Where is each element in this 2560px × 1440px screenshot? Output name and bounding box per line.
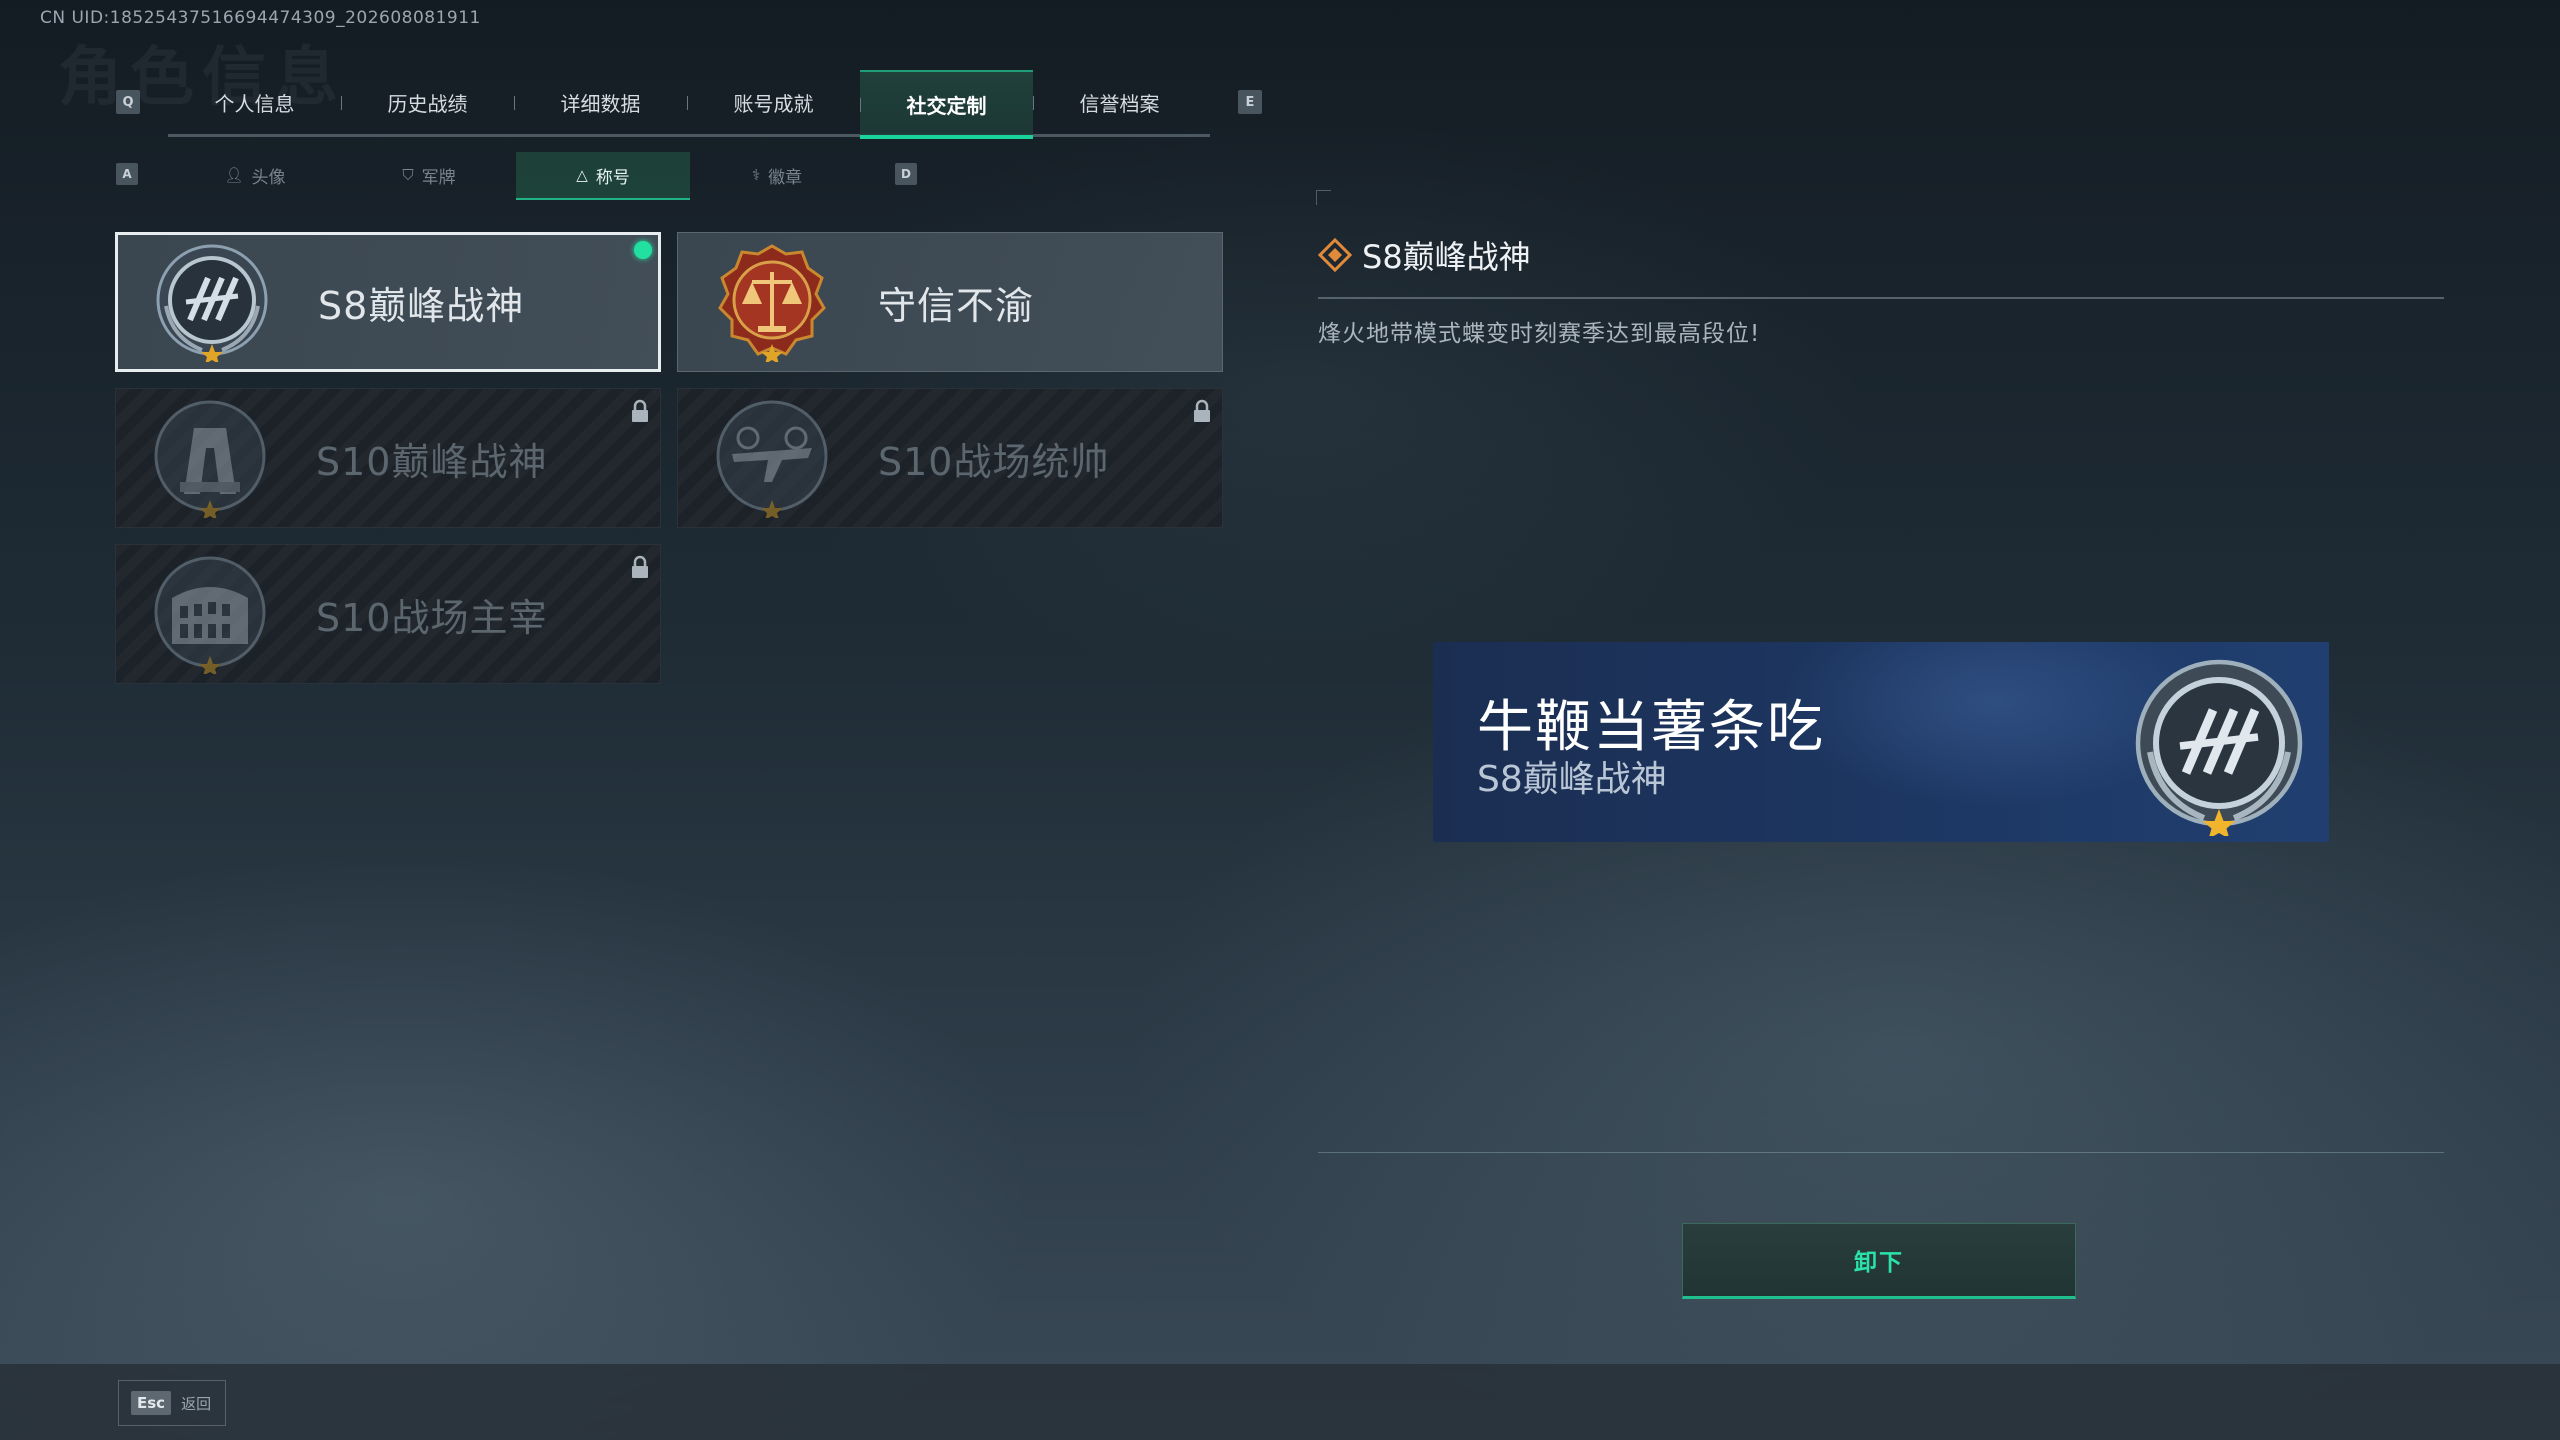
winged-h-emblem-icon: [2135, 659, 2303, 836]
title-card-trustworthy[interactable]: 守信不渝: [677, 232, 1223, 372]
back-label: 返回: [181, 1394, 212, 1413]
title-card-name: S10战场主宰: [316, 595, 548, 640]
tab-reputation[interactable]: 信誉档案: [1033, 70, 1206, 134]
subtab-title-label: 称号: [595, 167, 630, 188]
aircraft-emblem-icon: [712, 398, 832, 520]
tab-history[interactable]: 历史战绩: [341, 70, 514, 134]
title-card-s8-peak-warrior[interactable]: S8巅峰战神: [115, 232, 661, 372]
title-card-name: 守信不渝: [878, 283, 1035, 328]
next-subtab-key[interactable]: D: [895, 163, 917, 185]
tab-detailed-data[interactable]: 详细数据: [514, 70, 687, 134]
dogtag-icon: ⛉: [402, 166, 414, 184]
tab-achievements[interactable]: 账号成就: [687, 70, 860, 134]
person-icon: 👤︎: [224, 166, 244, 184]
frame-corner: [1316, 190, 1331, 205]
title-preview-banner: 牛鞭当薯条吃 S8巅峰战神: [1433, 642, 2329, 842]
colosseum-emblem-icon: [150, 554, 270, 676]
subtab-dogtag-label: 军牌: [421, 167, 456, 188]
uid-label: CN UID:18525437516694474309_202608081911: [40, 8, 481, 28]
equipped-indicator: [634, 241, 652, 259]
lock-icon: [632, 555, 648, 578]
preview-title: S8巅峰战神: [1477, 759, 1667, 800]
title-card-s10-battlefield-commander[interactable]: S10战场统帅: [677, 388, 1223, 528]
unequip-button[interactable]: 卸下: [1682, 1223, 2076, 1299]
subtab-dogtag[interactable]: ⛉ 军牌: [342, 152, 516, 198]
subtab-emblem-label: 徽章: [768, 167, 803, 188]
justice-scales-emblem-icon: [712, 242, 832, 364]
subtab-title[interactable]: △ 称号: [516, 152, 690, 200]
subtab-emblem[interactable]: ⚕ 徽章: [690, 152, 864, 198]
subtab-avatar[interactable]: 👤︎ 头像: [168, 152, 342, 198]
main-tab-bar: 个人信息 历史战绩 详细数据 账号成就 社交定制 信誉档案: [168, 70, 1210, 139]
title-card-s10-peak-warrior[interactable]: S10巅峰战神: [115, 388, 661, 528]
detail-header: S8巅峰战神: [1318, 232, 1531, 278]
title-card-s10-battlefield-master[interactable]: S10战场主宰: [115, 544, 661, 684]
diamond-icon: [1318, 238, 1352, 272]
back-button[interactable]: Esc 返回: [118, 1380, 226, 1426]
next-tab-key[interactable]: E: [1238, 90, 1262, 114]
winged-h-emblem-icon: [152, 242, 272, 364]
lock-icon: [1194, 399, 1210, 422]
subtab-avatar-label: 头像: [251, 167, 286, 188]
tab-personal-info[interactable]: 个人信息: [168, 70, 341, 134]
frame-divider: [1318, 1152, 2444, 1153]
sub-tab-bar: 👤︎ 头像 ⛉ 军牌 △ 称号 ⚕ 徽章: [168, 152, 864, 200]
lock-icon: [632, 399, 648, 422]
emblem-icon: ⚕: [751, 166, 761, 184]
title-card-name: S8巅峰战神: [318, 283, 525, 328]
title-card-name: S10战场统帅: [878, 439, 1110, 484]
prev-tab-key[interactable]: Q: [116, 90, 140, 114]
arch-emblem-icon: [150, 398, 270, 520]
esc-key: Esc: [131, 1391, 172, 1415]
title-card-name: S10巅峰战神: [316, 439, 548, 484]
detail-description: 烽火地带模式蝶变时刻赛季达到最高段位!: [1318, 321, 1761, 347]
detail-divider: [1318, 297, 2444, 299]
tab-social-customization[interactable]: 社交定制: [860, 70, 1033, 139]
triangle-icon: △: [576, 166, 588, 184]
prev-subtab-key[interactable]: A: [116, 163, 138, 185]
bottom-bar: [0, 1364, 2560, 1440]
detail-title: S8巅峰战神: [1362, 238, 1531, 276]
